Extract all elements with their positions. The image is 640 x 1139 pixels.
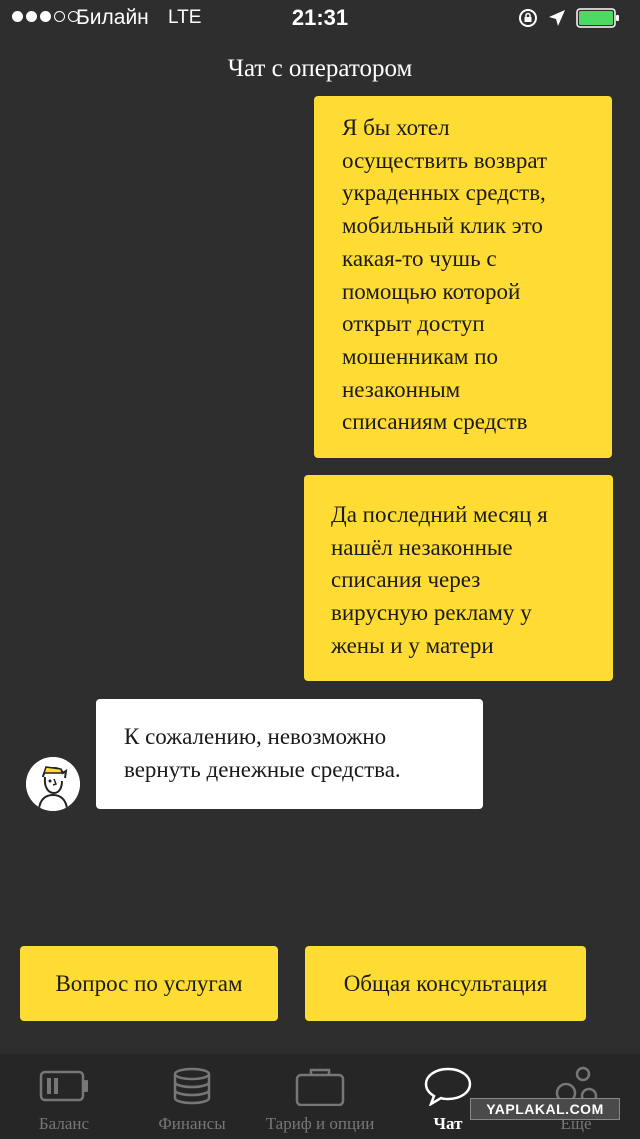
chat-screen: Билайн LTE 21:31 Чат с оператором Я бы х…: [0, 0, 640, 1139]
status-time: 21:31: [291, 5, 349, 30]
coins-icon: [173, 1067, 211, 1105]
watermark: YAPLAKAL.COM: [470, 1098, 620, 1120]
quick-reply-services-button[interactable]: Вопрос по услугам: [20, 946, 278, 1021]
page-title: Чат с оператором: [227, 55, 413, 82]
operator-avatar-icon: [26, 757, 80, 811]
tab-finances[interactable]: Финансы: [128, 1054, 256, 1139]
briefcase-icon: [295, 1068, 345, 1106]
operator-message: К сожалению, невозможно вернуть денежные…: [96, 699, 483, 809]
quick-reply-consultation-button[interactable]: Общая консультация: [305, 946, 586, 1021]
outgoing-message: Да последний месяц я нашёл незаконные сп…: [304, 475, 613, 681]
battery-icon: [576, 8, 619, 28]
tab-bar: Баланс Финансы Тариф и опции Чат Еще: [0, 1054, 640, 1139]
tab-balance[interactable]: Баланс: [0, 1054, 128, 1139]
tab-label: Баланс: [38, 1114, 90, 1133]
rotation-lock-icon: [519, 9, 537, 27]
message-text: Я бы хотел осуществить возврат украденны…: [342, 115, 548, 435]
tab-label: Тариф и опции: [265, 1114, 375, 1133]
location-arrow-icon: [549, 10, 565, 26]
status-bar: Билайн LTE 21:31: [0, 0, 640, 38]
message-text: Да последний месяц я нашёл незаконные сп…: [331, 502, 548, 658]
outgoing-message: Я бы хотел осуществить возврат украденны…: [314, 96, 612, 458]
chat-bubble-icon: [424, 1067, 472, 1106]
operator-avatar: [26, 757, 80, 811]
message-text: К сожалению, невозможно вернуть денежные…: [124, 724, 401, 782]
tab-chat[interactable]: Чат: [384, 1054, 512, 1139]
tab-label: Финансы: [158, 1114, 226, 1133]
tab-more[interactable]: Еще: [512, 1054, 640, 1139]
battery-tab-icon: [39, 1070, 88, 1102]
tab-tariff[interactable]: Тариф и опции: [256, 1054, 384, 1139]
